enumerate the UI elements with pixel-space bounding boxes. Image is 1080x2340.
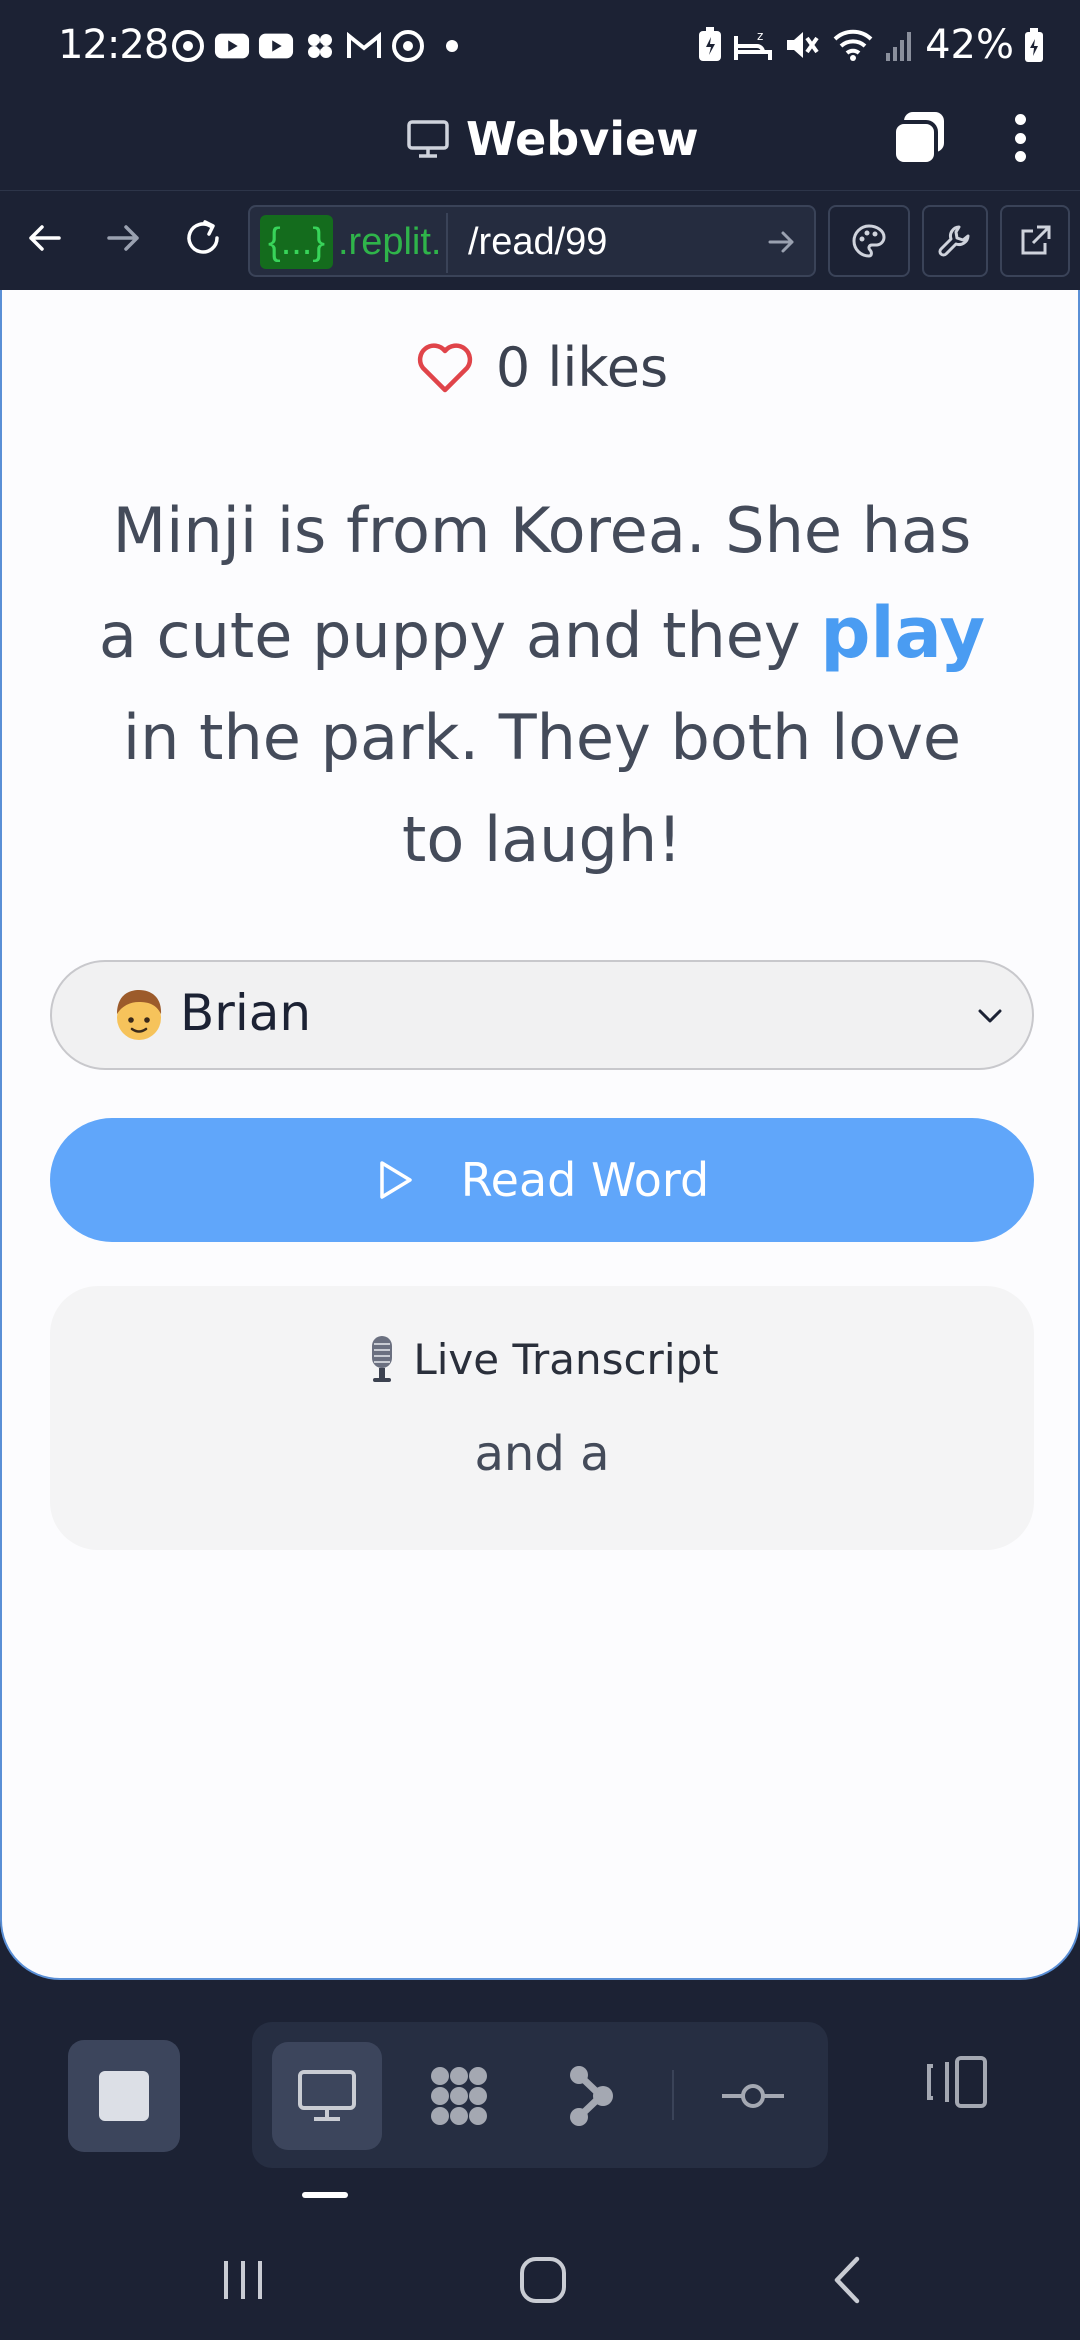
battery-percent: 42% [925,22,1014,68]
tabs-button[interactable] [890,108,950,168]
like-counter[interactable]: 0 likes [2,336,1078,399]
wifi-icon [833,29,873,61]
story-text: Minji is from Korea. She has a cute pupp… [92,480,992,891]
branch-tab-button[interactable] [536,2042,646,2150]
arrow-right-icon [107,225,139,251]
more-notifications-dot-icon [434,28,470,64]
play-icon [380,1161,412,1199]
likes-count: 0 likes [495,336,669,399]
palette-icon [852,224,886,258]
tabs-icon [892,112,944,166]
home-icon [520,2257,566,2303]
microphone-icon [372,1336,393,1382]
more-options-button[interactable] [1000,108,1040,168]
gmail-icon [346,28,382,64]
stop-button[interactable] [68,2040,180,2152]
open-external-button[interactable] [1000,205,1070,277]
commit-tab-button[interactable] [698,2042,808,2150]
voice-name: Brian [180,984,312,1042]
read-word-label: Read Word [460,1153,710,1207]
devtools-button[interactable] [922,205,988,277]
url-host: .replit. [338,221,442,263]
web-content: 0 likes Minji is from Korea. She has a c… [0,290,1080,1980]
read-word-button[interactable]: Read Word [50,1118,1034,1242]
system-status: z 42% [697,22,1044,68]
recent-apps-icon [224,2261,262,2299]
signal-icon [886,32,912,61]
theme-button[interactable] [828,205,910,277]
transcript-text: and a [474,1426,610,1482]
transcript-title: Live Transcript [413,1334,719,1384]
live-transcript-panel: Live Transcript and a [50,1286,1034,1550]
back-button[interactable] [20,213,70,263]
svg-text:z: z [757,29,763,43]
external-link-icon [1021,225,1051,255]
bottom-dock [0,1980,1080,2220]
wrench-icon [938,225,970,257]
url-divider [446,213,448,273]
youtube-icon [214,28,250,64]
monitor-icon [407,120,449,158]
url-badge: {...} [260,215,334,269]
battery-saver-icon [699,27,722,61]
webview-tab-button[interactable] [272,2042,382,2150]
url-path: /read/99 [468,221,608,263]
webview-title-group: Webview [406,112,699,166]
stop-icon [99,2071,149,2121]
reload-icon [187,220,219,254]
recent-apps-button[interactable] [208,2250,278,2310]
browser-toolbar: {...} .replit. /read/99 [0,190,1080,291]
back-nav-button[interactable] [812,2250,882,2310]
webview-title: Webview [466,112,699,166]
voice-select[interactable]: Brian [50,960,1034,1070]
system-navigation-bar [0,2220,1080,2340]
sleep-mode-icon: z [734,29,773,60]
dock-view-switcher [252,2022,828,2168]
chrome-icon [390,28,426,64]
url-bar[interactable]: {...} .replit. /read/99 [248,205,816,277]
forward-button[interactable] [98,213,148,263]
webview-header: Webview [0,100,1080,190]
battery-charging-icon [1025,28,1043,62]
monitor-icon [298,2070,356,2121]
back-nav-icon [834,2256,860,2304]
notification-icons [170,28,470,64]
active-tab-indicator [302,2192,348,2198]
home-button[interactable] [508,2250,578,2310]
arrow-left-icon [29,225,61,251]
mute-icon [787,32,819,58]
story-text-after: in the park. They both love to laugh! [122,701,962,876]
agent-tab-button[interactable] [404,2042,514,2150]
reload-button[interactable] [178,213,228,263]
branch-icon [570,2066,613,2126]
dock-separator [672,2070,674,2120]
transcript-header: Live Transcript [50,1334,1034,1384]
brain-icon [302,28,338,64]
dots-cluster-icon [431,2067,487,2125]
youtube-icon [258,28,294,64]
commit-icon [722,2084,784,2108]
status-bar: 12:28 z 42% [0,0,1080,100]
arrow-right-icon [768,231,794,253]
status-time: 12:28 [58,22,169,68]
go-button[interactable] [758,219,804,265]
chrome-icon [170,28,206,64]
highlighted-word[interactable]: play [820,592,985,674]
chevron-down-icon [978,1009,1002,1023]
split-view-button[interactable] [920,2046,992,2118]
heart-icon[interactable] [416,342,474,394]
split-view-icon [927,2056,987,2108]
boy-avatar-icon [117,990,162,1040]
